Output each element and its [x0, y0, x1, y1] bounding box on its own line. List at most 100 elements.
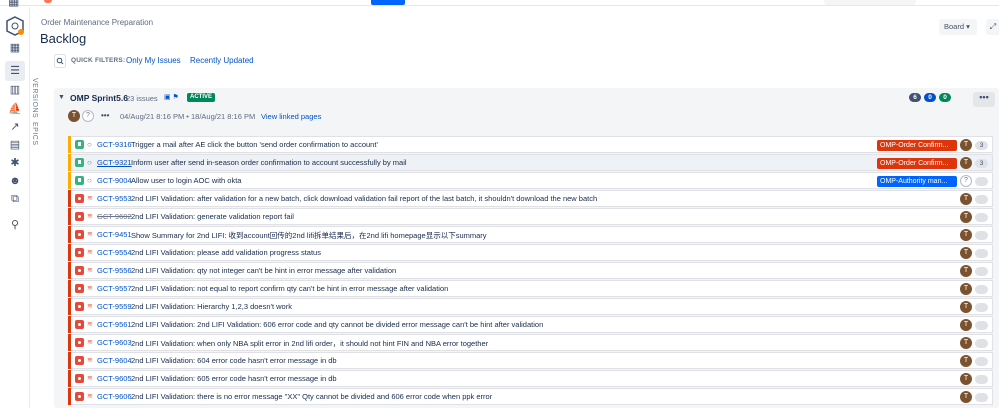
- todo-count-badge: 6: [909, 93, 921, 102]
- search-icon[interactable]: [54, 54, 66, 68]
- unassigned-avatar[interactable]: ?: [82, 110, 94, 122]
- avatar[interactable]: T: [960, 319, 972, 331]
- story-points-badge: [975, 357, 988, 366]
- story-points-badge: [975, 213, 988, 222]
- view-linked-pages-link[interactable]: View linked pages: [261, 112, 321, 121]
- releases-icon[interactable]: ⛵: [7, 101, 23, 117]
- story-icon: [75, 158, 84, 167]
- issue-row[interactable]: ≋ GCT-9604 2nd LIFI Validation: 604 error …: [68, 352, 993, 369]
- board-button[interactable]: Board ▾: [939, 19, 977, 35]
- epic-label[interactable]: OMP-Authority man...: [877, 176, 957, 187]
- bug-icon: [75, 356, 84, 365]
- avatar[interactable]: T: [960, 229, 972, 241]
- sprint-info-icons[interactable]: ▣ ⚑: [164, 93, 179, 101]
- issue-row[interactable]: ≋ GCT-9602 2nd LIFI Validation: generate v…: [68, 208, 993, 225]
- project-logo-icon[interactable]: [6, 16, 24, 36]
- issue-row[interactable]: ≋ GCT-9561 2nd LIFI Validation: 2nd LIFI V…: [68, 316, 993, 333]
- priority-medium-icon: ○: [87, 140, 92, 149]
- issue-row[interactable]: ≋ GCT-9557 2nd LIFI Validation: not equal …: [68, 280, 993, 297]
- issue-summary: 2nd LIFI Validation: 2nd LIFI Validation…: [131, 320, 544, 329]
- issue-row[interactable]: ○ GCT-9321 Inform user after send in-seaso…: [68, 154, 993, 171]
- avatar[interactable]: T: [960, 391, 972, 403]
- issue-row[interactable]: ≋ GCT-9554 2nd LIFI Validation: please add…: [68, 244, 993, 261]
- issue-summary: 2nd LIFI Validation: after validation fo…: [131, 194, 598, 203]
- story-points-badge: [975, 339, 988, 348]
- link-icon[interactable]: ⚲: [7, 217, 23, 233]
- issue-summary: Allow user to login AOC with okta: [131, 176, 242, 185]
- issue-row[interactable]: ≋ GCT-9451 Show Summary for 2nd LIFI: 收到ac…: [68, 226, 993, 243]
- reports-icon[interactable]: ↗: [7, 119, 23, 135]
- issue-key[interactable]: GCT-9451: [97, 230, 132, 239]
- issue-key[interactable]: GCT-9321: [97, 158, 132, 167]
- issue-row[interactable]: ≋ GCT-9559 2nd LIFI Validation: Hierarchy …: [68, 298, 993, 315]
- versions-tab[interactable]: VERSIONS: [31, 78, 38, 118]
- issue-row[interactable]: ○ GCT-9004 Allow user to login AOC with ok…: [68, 172, 993, 189]
- avatar[interactable]: T: [68, 110, 80, 122]
- priority-highest-icon: ≋: [87, 393, 93, 400]
- issue-key[interactable]: GCT-9554: [97, 248, 132, 257]
- issue-summary: 2nd LIFI Validation: not equal to report…: [131, 284, 449, 293]
- backlog-icon[interactable]: ☰: [5, 61, 25, 81]
- avatar[interactable]: T: [960, 283, 972, 295]
- unassigned-avatar[interactable]: ?: [960, 175, 972, 187]
- epic-label[interactable]: OMP-Order Confirm...: [877, 158, 957, 169]
- bug-icon: [75, 374, 84, 383]
- avatar[interactable]: T: [960, 301, 972, 313]
- issue-key[interactable]: GCT-9553: [97, 194, 132, 203]
- backlog-side-tabs: VERSIONS EPICS: [31, 78, 45, 408]
- epic-label[interactable]: OMP-Order Confirm...: [877, 140, 957, 151]
- issue-row[interactable]: ≋ GCT-9553 2nd LIFI Validation: after vali…: [68, 190, 993, 207]
- avatar[interactable]: T: [960, 265, 972, 277]
- avatar[interactable]: T: [960, 211, 972, 223]
- sprint-actions-button[interactable]: •••: [973, 92, 995, 107]
- people-icon[interactable]: ☻: [7, 173, 23, 189]
- issues-icon[interactable]: ▤: [7, 137, 23, 153]
- issue-key[interactable]: GCT-9557: [97, 284, 132, 293]
- issue-key[interactable]: GCT-9605: [97, 374, 132, 383]
- issue-row[interactable]: ○ GCT-9316 Trigger a mail after AE click t…: [68, 136, 993, 153]
- priority-highest-icon: ≋: [87, 357, 93, 364]
- avatar[interactable]: T: [960, 157, 972, 169]
- board-icon[interactable]: ▥: [7, 82, 23, 98]
- breadcrumb[interactable]: Order Maintenance Preparation: [41, 18, 153, 27]
- issue-row[interactable]: ≋ GCT-9556 2nd LIFI Validation: qty not in…: [68, 262, 993, 279]
- avatar[interactable]: T: [960, 373, 972, 385]
- product-logo[interactable]: [44, 0, 52, 3]
- issue-row[interactable]: ≋ GCT-9605 2nd LIFI Validation: 605 error …: [68, 370, 993, 387]
- pages-icon[interactable]: ⧉: [7, 191, 23, 207]
- avatar[interactable]: T: [960, 247, 972, 259]
- bug-icon: [75, 266, 84, 275]
- sprint-dates: 04/Aug/21 8:16 PM • 18/Aug/21 8:16 PM: [120, 112, 256, 121]
- issue-key[interactable]: GCT-9316: [97, 140, 132, 149]
- issue-key[interactable]: GCT-9561: [97, 320, 132, 329]
- issue-summary: 2nd LIFI Validation: please add validati…: [131, 248, 321, 257]
- roadmap-icon[interactable]: ▦: [7, 40, 23, 56]
- issue-key[interactable]: GCT-9004: [97, 176, 132, 185]
- avatar[interactable]: T: [960, 139, 972, 151]
- story-icon: [75, 176, 84, 185]
- issue-key[interactable]: GCT-9559: [97, 302, 132, 311]
- issue-key[interactable]: GCT-9602: [97, 212, 132, 221]
- avatar[interactable]: T: [960, 337, 972, 349]
- avatar[interactable]: T: [960, 355, 972, 367]
- issue-key[interactable]: GCT-9604: [97, 356, 132, 365]
- page-title: Backlog: [40, 31, 87, 46]
- global-search-input[interactable]: [824, 0, 916, 5]
- quick-filters-label: QUICK FILTERS:: [71, 57, 126, 64]
- avatar[interactable]: T: [960, 193, 972, 205]
- chevron-down-icon[interactable]: ▼: [58, 94, 65, 101]
- components-icon[interactable]: ✱: [7, 155, 23, 171]
- create-button[interactable]: [371, 0, 405, 5]
- filter-only-my-issues[interactable]: Only My Issues: [126, 56, 181, 65]
- epics-tab[interactable]: EPICS: [31, 122, 38, 146]
- story-points-badge: [975, 285, 988, 294]
- issue-key[interactable]: GCT-9556: [97, 266, 132, 275]
- filter-recently-updated[interactable]: Recently Updated: [190, 56, 254, 65]
- issue-row[interactable]: ≋ GCT-9603 2nd LIFI Validation: when only …: [68, 334, 993, 351]
- fullscreen-icon[interactable]: ⤢: [986, 19, 999, 35]
- issue-key[interactable]: GCT-9606: [97, 392, 132, 401]
- issue-row[interactable]: ≋ GCT-9606 2nd LIFI Validation: there is n…: [68, 388, 993, 405]
- sprint-name[interactable]: OMP Sprint5.6: [70, 93, 128, 103]
- issue-key[interactable]: GCT-9603: [97, 338, 132, 347]
- more-avatars-icon[interactable]: •••: [101, 111, 109, 120]
